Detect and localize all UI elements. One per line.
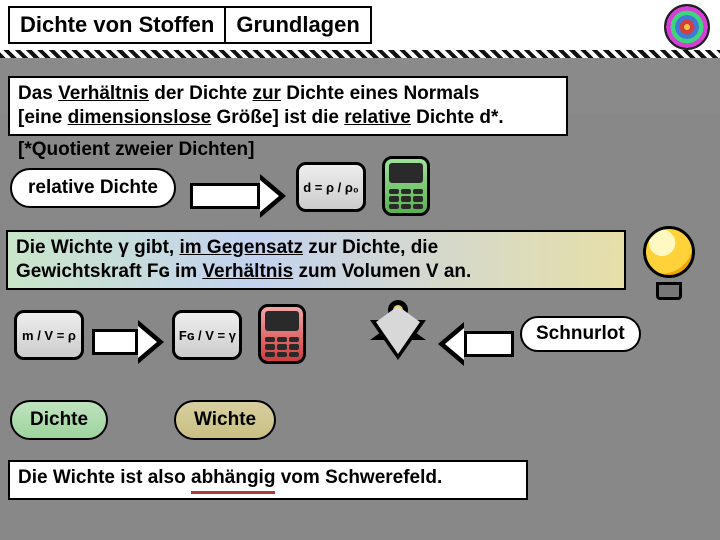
t: Fɢ / V = γ [178, 328, 235, 343]
wichte-label: Wichte [174, 400, 276, 440]
t: zum Volumen V an. [293, 261, 471, 282]
t: Verhältnis [58, 83, 149, 104]
t: Gewichtskraft Fɢ im [16, 261, 202, 282]
t: Das [18, 83, 58, 104]
t: zur [252, 83, 281, 104]
t: dimensionslose [68, 107, 212, 128]
dichte-label: Dichte [10, 400, 108, 440]
t: Wichte [194, 409, 256, 430]
formula-wichte: Fɢ / V = γ [172, 310, 242, 360]
arrow-to-formula [190, 174, 286, 218]
hatch-stripe [0, 50, 720, 58]
title-right: Grundlagen [224, 8, 369, 42]
t: zur Dichte, die [303, 237, 438, 258]
relative-dichte-label: relative Dichte [10, 168, 176, 208]
title-pill: Dichte von Stoffen Grundlagen [8, 6, 372, 44]
calculator-icon [382, 156, 430, 216]
wichte-def-box: Die Wichte γ gibt, im Gegensatz zur Dich… [6, 230, 626, 290]
t: Größe] ist die [211, 107, 344, 128]
t: Dichte d*. [411, 107, 504, 128]
arrow-to-plumb [438, 322, 514, 366]
t: Die Wichte ist also [18, 467, 191, 488]
schnurlot-label: Schnurlot [520, 316, 641, 352]
t: Schnurlot [536, 323, 625, 344]
t: vom Schwerefeld. [275, 467, 442, 488]
lightbulb-icon [640, 226, 698, 302]
t: Dichte eines Normals [281, 83, 480, 104]
slide: Dichte von Stoffen Grundlagen Das Verhäl… [0, 0, 720, 540]
arrow-dichte-wichte [92, 320, 164, 364]
plumb-bob-icon [370, 300, 426, 380]
t: d = ρ / ρ₀ [303, 180, 359, 195]
calculator-icon [258, 304, 306, 364]
t: m / V = ρ [22, 328, 76, 343]
intro-box: Das Verhältnis der Dichte zur Dichte ein… [8, 76, 568, 136]
footer-box: Die Wichte ist also abhängig vom Schwere… [8, 460, 528, 500]
formula-relative-dichte: d = ρ / ρ₀ [296, 162, 366, 212]
title-left: Dichte von Stoffen [10, 8, 224, 42]
t: Dichte [30, 409, 88, 430]
t: relative Dichte [28, 177, 158, 198]
t: abhängig [191, 466, 275, 494]
t: Die Wichte γ gibt, [16, 237, 179, 258]
t: der Dichte [149, 83, 252, 104]
t: Verhältnis [202, 261, 293, 282]
t: [eine [18, 107, 68, 128]
logo-icon [664, 4, 710, 50]
t: relative [344, 107, 411, 128]
intro-note: [*Quotient zweier Dichten] [10, 134, 262, 166]
formula-dichte: m / V = ρ [14, 310, 84, 360]
t: im Gegensatz [179, 237, 303, 258]
